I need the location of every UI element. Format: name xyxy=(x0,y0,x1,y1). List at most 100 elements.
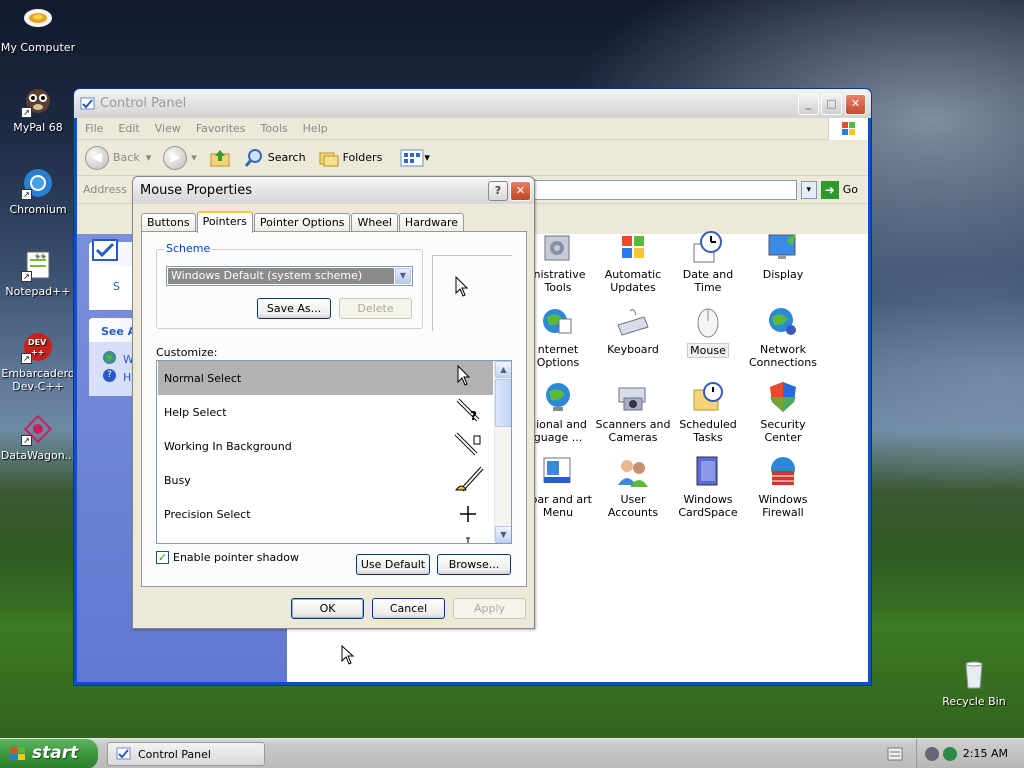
text-select-cursor-icon xyxy=(466,537,470,543)
chevron-down-icon[interactable]: ▼ xyxy=(395,268,411,284)
list-item[interactable]: Busy xyxy=(158,463,493,497)
cp-item-keyboard[interactable]: Keyboard xyxy=(594,305,672,356)
delete-button[interactable]: Delete xyxy=(339,298,412,319)
close-button[interactable]: ✕ xyxy=(845,94,866,115)
desktop-icon-mypal[interactable]: ↗ MyPal 68 xyxy=(0,84,80,134)
scroll-down-icon[interactable]: ▼ xyxy=(495,526,511,543)
go-button[interactable]: ➜ Go xyxy=(820,180,858,199)
dialog-close-button[interactable]: ✕ xyxy=(510,181,531,201)
firewall-icon xyxy=(766,455,800,489)
cp-item-windows-firewall[interactable]: Windows Firewall xyxy=(744,455,822,519)
language-bar-icon[interactable] xyxy=(887,747,903,761)
save-as-button[interactable]: Save As... xyxy=(257,298,331,319)
cp-item-mouse[interactable]: Mouse xyxy=(669,305,747,358)
cp-item-user-accounts[interactable]: User Accounts xyxy=(594,455,672,519)
search-icon xyxy=(244,148,262,167)
scanners-cameras-icon xyxy=(616,380,650,414)
taskbar-item-control-panel[interactable]: Control Panel xyxy=(107,742,265,766)
browse-button[interactable]: Browse... xyxy=(437,554,511,575)
cp-item-scanners-cameras[interactable]: Scanners and Cameras xyxy=(594,380,672,444)
cp-item-windows-cardspace[interactable]: Windows CardSpace xyxy=(669,455,747,519)
dialog-tabs: Buttons Pointers Pointer Options Wheel H… xyxy=(141,211,465,233)
desktop-icon-my-computer[interactable]: My Computer xyxy=(0,4,80,54)
minimize-button[interactable]: _ xyxy=(798,94,819,115)
menu-help[interactable]: Help xyxy=(303,122,328,135)
menu-favorites[interactable]: Favorites xyxy=(196,122,246,135)
pointer-preview xyxy=(432,255,512,331)
apply-button[interactable]: Apply xyxy=(453,598,526,619)
cp-item-date-and-time[interactable]: Date and Time xyxy=(669,230,747,294)
list-item[interactable]: Working In Background xyxy=(158,429,493,463)
pointer-list-scrollbar[interactable]: ▲ ▼ xyxy=(494,361,511,543)
scroll-up-icon[interactable]: ▲ xyxy=(495,361,511,378)
desktop-icon-datawagon[interactable]: ↗ DataWagon... xyxy=(0,412,80,462)
dialog-titlebar[interactable]: Mouse Properties ? ✕ xyxy=(133,177,534,204)
forward-button[interactable]: ▶ ▾ xyxy=(163,145,197,170)
control-panel-titlebar[interactable]: Control Panel _ □ ✕ xyxy=(74,89,871,118)
go-arrow-icon: ➜ xyxy=(820,180,839,199)
tab-pointers[interactable]: Pointers xyxy=(196,211,253,233)
ok-button[interactable]: OK xyxy=(291,598,364,619)
desktop-icon-recycle-bin[interactable]: Recycle Bin xyxy=(932,658,1016,708)
checkmark-icon[interactable]: ✓ xyxy=(156,551,169,564)
help-button[interactable]: ? xyxy=(488,181,508,201)
maximize-button[interactable]: □ xyxy=(821,94,842,115)
folders-button[interactable]: Folders xyxy=(318,147,382,169)
scheme-select[interactable]: Windows Default (system scheme) ▼ xyxy=(166,266,413,286)
pointer-list[interactable]: Normal Select Help Select ? Working In B… xyxy=(156,360,512,544)
up-folder-button[interactable] xyxy=(209,147,231,169)
user-accounts-icon xyxy=(616,455,650,489)
menu-edit[interactable]: Edit xyxy=(118,122,139,135)
tab-buttons[interactable]: Buttons xyxy=(141,213,196,232)
enable-pointer-shadow-checkbox[interactable]: ✓ Enable pointer shadow xyxy=(156,551,299,564)
datawagon-icon: ↗ xyxy=(21,412,55,446)
customize-label: Customize: xyxy=(156,346,218,359)
scroll-thumb[interactable] xyxy=(495,379,511,427)
help-support-link[interactable]: H xyxy=(123,371,131,384)
back-button[interactable]: ◀ Back ▾ xyxy=(85,145,152,170)
start-button[interactable]: start xyxy=(0,739,98,768)
cancel-button[interactable]: Cancel xyxy=(372,598,445,619)
cp-item-security-center[interactable]: Security Center xyxy=(744,380,822,444)
notepad-plus-plus-icon: ++ ↗ xyxy=(21,248,55,282)
mypal-icon: ↗ xyxy=(21,84,55,118)
menu-view[interactable]: View xyxy=(155,122,181,135)
views-button[interactable]: ▾ xyxy=(400,149,430,167)
clock-icon xyxy=(691,230,725,264)
desktop-icon-chromium[interactable]: ↗ Chromium xyxy=(0,166,80,216)
cp-item-network-connections[interactable]: Network Connections xyxy=(744,305,822,369)
arrow-cursor-preview-icon xyxy=(455,276,469,297)
control-panel-title: Control Panel xyxy=(100,96,187,111)
desktop-icon-dev-cpp[interactable]: DEV ++ ↗ Embarcadero Dev-C++ xyxy=(0,330,80,393)
list-item[interactable]: Precision Select xyxy=(158,497,493,531)
list-item[interactable]: Normal Select xyxy=(158,361,493,395)
security-tray-icon[interactable] xyxy=(943,747,957,761)
list-item[interactable]: Help Select ? xyxy=(158,395,493,429)
switch-view-fragment[interactable]: S xyxy=(113,280,120,293)
back-arrow-icon: ◀ xyxy=(85,145,109,170)
menu-file[interactable]: File xyxy=(85,122,103,135)
tab-hardware[interactable]: Hardware xyxy=(398,213,465,232)
tab-wheel[interactable]: Wheel xyxy=(351,213,398,232)
network-tray-icon[interactable] xyxy=(925,747,939,761)
cp-item-scheduled-tasks[interactable]: Scheduled Tasks xyxy=(669,380,747,444)
use-default-button[interactable]: Use Default xyxy=(356,554,430,575)
menu-tools[interactable]: Tools xyxy=(261,122,288,135)
shield-icon xyxy=(766,380,800,414)
desktop-icon-notepad-plus-plus[interactable]: ++ ↗ Notepad++ xyxy=(0,248,80,298)
back-dropdown-icon: ▾ xyxy=(145,151,152,164)
search-button[interactable]: Search xyxy=(243,147,306,169)
svg-text:++: ++ xyxy=(31,348,44,357)
administrative-tools-icon xyxy=(541,230,575,264)
dialog-title: Mouse Properties xyxy=(140,183,253,198)
tab-pointer-options[interactable]: Pointer Options xyxy=(253,213,351,232)
menu-bar: File Edit View Favorites Tools Help xyxy=(77,118,868,140)
precision-select-cursor-icon xyxy=(460,506,476,522)
scheduled-tasks-icon xyxy=(691,380,725,414)
dev-cpp-icon: DEV ++ ↗ xyxy=(21,330,55,364)
cp-item-display[interactable]: Display xyxy=(744,230,822,281)
windows-flag-icon xyxy=(616,230,650,264)
cp-item-automatic-updates[interactable]: Automatic Updates xyxy=(594,230,672,294)
address-dropdown-icon[interactable]: ▾ xyxy=(800,180,817,199)
system-tray: 2:15 AM xyxy=(916,739,1024,768)
